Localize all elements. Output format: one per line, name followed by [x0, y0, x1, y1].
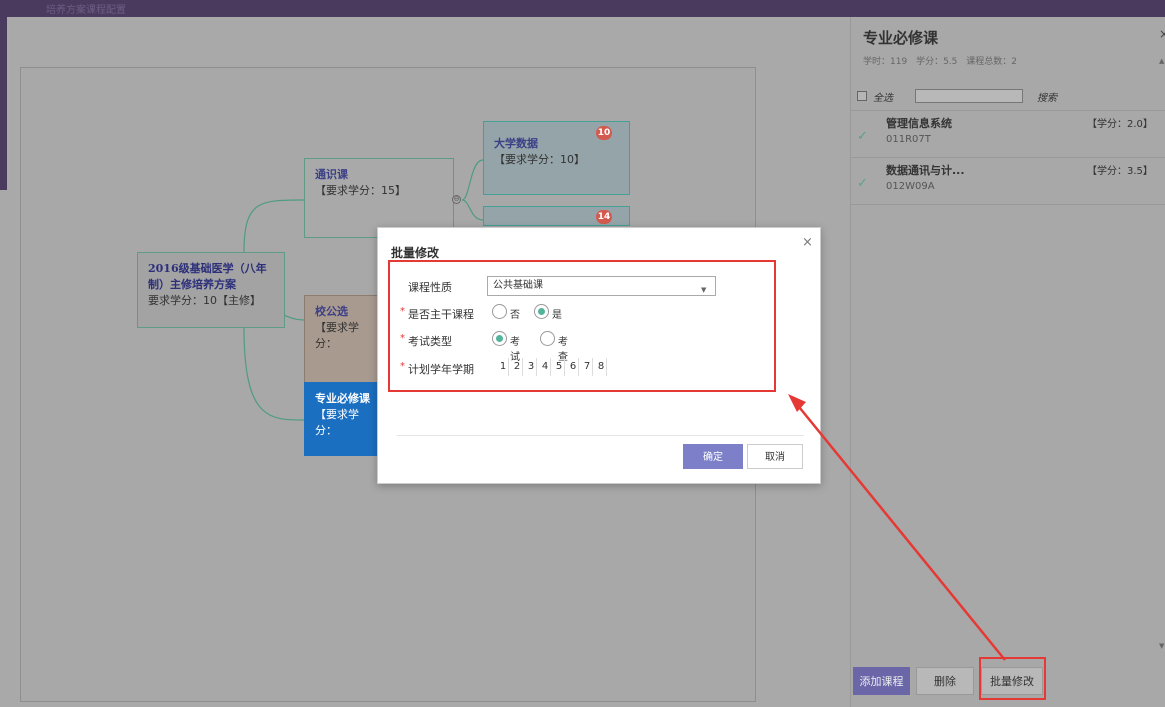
batch-edit-highlight: [979, 657, 1046, 700]
cancel-button[interactable]: 取消: [747, 444, 803, 469]
course-name: 管理信息系统: [886, 117, 952, 130]
delete-button[interactable]: 删除: [916, 667, 974, 695]
node-bigdata-sub: 【要求学分：10】: [494, 153, 585, 166]
node-major-title: 专业必修课: [315, 392, 370, 405]
close-icon[interactable]: ×: [802, 235, 813, 250]
node-count-badge: 14: [596, 210, 612, 224]
divider: [851, 110, 1165, 111]
mindmap-node-root[interactable]: 2016级基础医学（八年制）主修培养方案 要求学分：10【主修】: [137, 252, 285, 328]
course-list-item[interactable]: ✓ 管理信息系统 011R07T 【学分：2.0】: [851, 113, 1165, 159]
select-all-checkbox[interactable]: [857, 91, 867, 101]
connector-general-bigdata: [461, 159, 484, 201]
course-code: 012W09A: [886, 181, 935, 192]
node-general-title: 通识课: [315, 168, 348, 181]
check-icon: ✓: [857, 129, 868, 144]
mindmap-node-university[interactable]: 校公选 【要求学分：: [304, 295, 382, 385]
stat-credits: 学分：5.5: [916, 57, 958, 67]
divider: [851, 157, 1165, 158]
search-button[interactable]: 搜索: [1037, 89, 1057, 104]
search-input[interactable]: [915, 89, 1023, 103]
confirm-button[interactable]: 确定: [683, 444, 743, 469]
add-course-button[interactable]: 添加课程: [853, 667, 910, 695]
course-credit: 【学分：2.0】: [1087, 119, 1153, 130]
node-general-sub: 【要求学分：15】: [315, 184, 406, 197]
select-all-label: 全选: [873, 93, 893, 104]
dialog-divider: [397, 435, 804, 436]
stat-hours: 学时：119: [863, 57, 908, 67]
form-highlight-box: [388, 260, 776, 392]
scroll-up-icon[interactable]: ▲: [1159, 57, 1164, 65]
mindmap-node-major[interactable]: 专业必修课 【要求学分：: [304, 382, 382, 456]
scroll-down-icon[interactable]: ▼: [1159, 642, 1164, 650]
connector-root-general: [243, 199, 305, 253]
close-icon[interactable]: ×: [1159, 27, 1165, 41]
node-university-sub: 【要求学分：: [315, 321, 359, 350]
node-university-title: 校公选: [315, 305, 348, 318]
node-root-title: 2016级基础医学（八年制）主修培养方案: [148, 262, 267, 291]
course-list-item[interactable]: ✓ 数据通讯与计... 012W09A 【学分：3.5】: [851, 160, 1165, 206]
check-icon: ✓: [857, 176, 868, 191]
course-side-panel: 专业必修课 × 学时：119 学分：5.5 课程总数：2 全选 搜索 ✓ 管理信…: [850, 17, 1165, 707]
course-name: 数据通讯与计...: [886, 164, 965, 177]
connector-root-major: [243, 327, 305, 421]
course-credit: 【学分：3.5】: [1087, 166, 1153, 177]
node-root-sub: 要求学分：10【主修】: [148, 294, 261, 307]
connector-general-second: [461, 199, 484, 221]
node-major-sub: 【要求学分：: [315, 408, 359, 437]
select-search-row: 全选 搜索: [857, 89, 1157, 104]
stat-course-total: 课程总数：2: [966, 57, 1017, 67]
collapse-toggle-icon[interactable]: ⊖: [452, 195, 461, 204]
mindmap-node-general[interactable]: 通识课 【要求学分：15】: [304, 158, 454, 238]
course-code: 011R07T: [886, 134, 931, 145]
panel-title: 专业必修课: [863, 29, 939, 47]
node-count-badge: 10: [596, 126, 612, 140]
dialog-title: 批量修改: [391, 246, 440, 260]
divider: [851, 204, 1165, 205]
panel-stats: 学时：119 学分：5.5 课程总数：2: [863, 54, 1023, 67]
